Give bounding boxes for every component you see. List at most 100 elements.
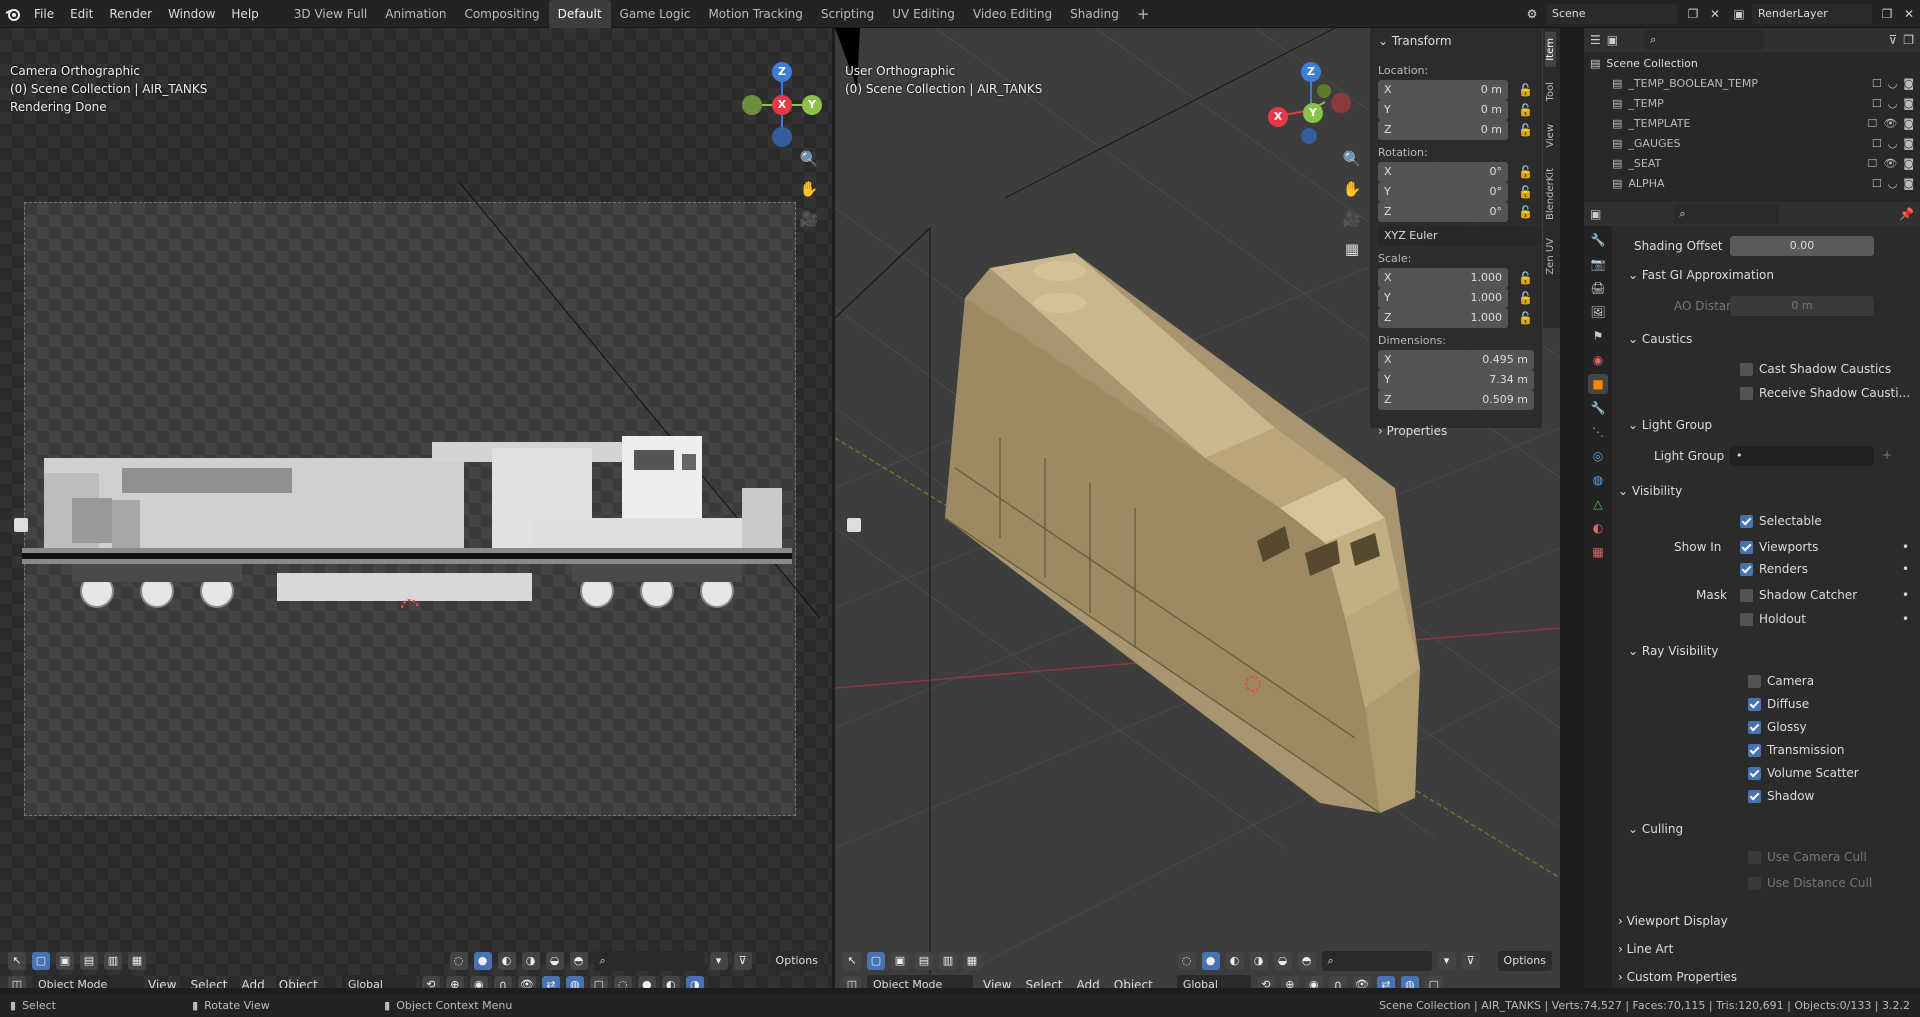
gizmo-toggle-icon[interactable]: ⇄ [1376,976,1395,988]
exclude-checkbox-icon[interactable]: ☐ [1872,94,1882,114]
menu-select[interactable]: Select [186,978,231,988]
select-extend-icon[interactable]: ▣ [891,952,909,970]
lock-icon[interactable]: 🔓 [1518,311,1533,325]
ray-volume-scatter-checkbox[interactable]: Volume Scatter [1614,766,1920,780]
scene-icon[interactable]: ⚙ [1518,7,1546,21]
menu-file[interactable]: File [26,0,62,28]
xray-icon[interactable]: ▢ [1424,976,1443,988]
filter-funnel-icon[interactable]: ⊽ [733,952,752,970]
use-distance-cull-checkbox[interactable]: Use Distance Cull [1614,876,1920,890]
delete-layer-icon[interactable]: ✕ [1898,7,1920,21]
cursor-tool-icon[interactable]: ↖ [843,952,861,970]
ray-camera-checkbox[interactable]: Camera [1614,674,1920,688]
xray-icon[interactable]: ▢ [589,976,608,988]
tool-icon[interactable]: 🔧 [1588,230,1608,250]
menu-window[interactable]: Window [160,0,223,28]
shade-solid-icon[interactable]: ● [637,976,656,988]
zoom-icon[interactable]: 🔍 [1339,146,1365,172]
render-camera-icon[interactable]: ◙ [1903,74,1914,94]
object-icon[interactable]: ■ [1588,374,1608,394]
material-shading-icon[interactable]: ◐ [1225,952,1244,970]
scene-icon[interactable]: ⚑ [1588,326,1608,346]
perspective-grid-icon[interactable]: ▦ [1339,236,1365,262]
rotation-x-field[interactable]: X 0° [1378,162,1508,182]
navigation-gizmo[interactable]: Z X Y [1267,62,1351,144]
shadow-catcher-checkbox[interactable]: Shadow Catcher [1740,588,1857,602]
dot-icon[interactable]: • [1902,588,1909,602]
new-scene-icon[interactable]: ❐ [1682,7,1704,21]
proportional-icon[interactable]: ◉ [1304,976,1323,988]
transform-header[interactable]: ⌄ Transform [1378,34,1534,52]
properties-search-input[interactable]: ⌕ [1673,204,1780,224]
shade-material-icon[interactable]: ◐ [661,976,680,988]
overlay-toggle-icon[interactable]: ◍ [1400,976,1419,988]
hide-icon[interactable]: ◡ [1888,174,1898,194]
eye-icon[interactable]: 👁 [1883,114,1897,134]
tab-3d-view-full[interactable]: 3D View Full [285,0,377,28]
render-layer-icon[interactable]: ▣ [1726,7,1752,21]
cast-shadow-caustics-checkbox[interactable]: Cast Shadow Caustics [1614,362,1920,376]
shading-extra-icon[interactable]: ◒ [545,952,564,970]
tab-scripting[interactable]: Scripting [812,0,883,28]
holdout-checkbox[interactable]: Holdout [1740,612,1806,626]
dot-icon[interactable]: • [1902,562,1909,576]
hide-icon[interactable]: ◡ [1888,134,1898,154]
gizmo-toggle-icon[interactable]: ⇄ [541,976,560,988]
add-icon[interactable]: + [1882,448,1892,462]
exclude-checkbox-icon[interactable]: ☐ [1867,114,1877,134]
select-invert-icon[interactable]: ▥ [104,952,122,970]
select-subtract-icon[interactable]: ▤ [915,952,933,970]
output-icon[interactable]: 🖨 [1588,278,1608,298]
proportional-icon[interactable]: ◉ [469,976,488,988]
location-y-field[interactable]: Y0 m [1378,100,1508,120]
rotation-mode-selector[interactable]: XYZ Euler [1378,226,1542,246]
visibility-icon[interactable]: 👁 [1352,976,1371,988]
view-layer-icon[interactable]: 🖼 [1588,302,1608,322]
gizmo-y-icon[interactable]: Y [802,95,822,115]
outliner-item[interactable]: ▤ _SEAT ☐ 👁 ◙ [1590,154,1914,174]
menu-select[interactable]: Select [1021,978,1066,988]
select-intersect-icon[interactable]: ▦ [963,952,981,970]
line-art-header[interactable]: › Line Art [1614,942,1920,956]
solid-shading-icon[interactable]: ● [473,952,492,970]
tab-animation[interactable]: Animation [376,0,455,28]
tab-compositing[interactable]: Compositing [455,0,548,28]
mode-selector[interactable]: Object Mode [32,975,138,988]
camera-view-icon[interactable]: 🎥 [796,206,822,232]
culling-header[interactable]: ⌄ Culling [1614,822,1920,836]
scale-z-field[interactable]: Z 1.000 [1378,308,1508,328]
lock-icon[interactable]: 🔓 [1518,205,1533,219]
snap-icon[interactable]: ⊕ [1280,976,1299,988]
tab-uv-editing[interactable]: UV Editing [883,0,964,28]
new-layer-icon[interactable]: ❐ [1876,7,1898,21]
pan-hand-icon[interactable]: ✋ [1339,176,1365,202]
outliner-item[interactable]: ▤ _TEMPLATE ☐ 👁 ◙ [1590,114,1914,134]
display-mode-icon[interactable]: ▣ [1607,33,1618,47]
rotation-z-field[interactable]: Z 0° [1378,202,1508,222]
tab-blenderkit[interactable]: BlenderKit [1545,162,1556,226]
outliner-search-input[interactable]: ⌕ [1644,30,1765,50]
world-icon[interactable]: ◉ [1588,350,1608,370]
menu-render[interactable]: Render [101,0,160,28]
location-z-field[interactable]: Z0 m [1378,120,1508,140]
pin-icon[interactable]: 📌 [1899,207,1914,221]
dimension-y-field[interactable]: Y 7.34 m [1378,370,1534,390]
tab-game-logic[interactable]: Game Logic [611,0,700,28]
constraints-icon[interactable]: ◍ [1588,470,1608,490]
render-camera-icon[interactable]: ◙ [1903,174,1914,194]
dimension-x-field[interactable]: X 0.495 m [1378,350,1534,370]
editor-type-icon[interactable]: ◫ [843,976,861,988]
gizmo-neg-z-icon[interactable] [772,127,792,147]
transform-orientation-selector[interactable]: Global [341,975,416,988]
receive-shadow-caustics-checkbox[interactable]: Receive Shadow Causti... [1614,386,1920,400]
ray-visibility-header[interactable]: ⌄ Ray Visibility [1614,644,1920,658]
material-shading-icon[interactable]: ◐ [497,952,516,970]
gizmo-z-icon[interactable]: Z [772,62,792,82]
region-toggle-icon[interactable] [14,518,28,532]
tab-shading[interactable]: Shading [1061,0,1128,28]
menu-view[interactable]: View [144,978,180,988]
select-subtract-icon[interactable]: ▤ [80,952,98,970]
gizmo-neg-y-icon[interactable] [1317,84,1331,98]
exclude-checkbox-icon[interactable]: ☐ [1872,174,1882,194]
gizmo-neg-z-icon[interactable] [1301,128,1317,144]
